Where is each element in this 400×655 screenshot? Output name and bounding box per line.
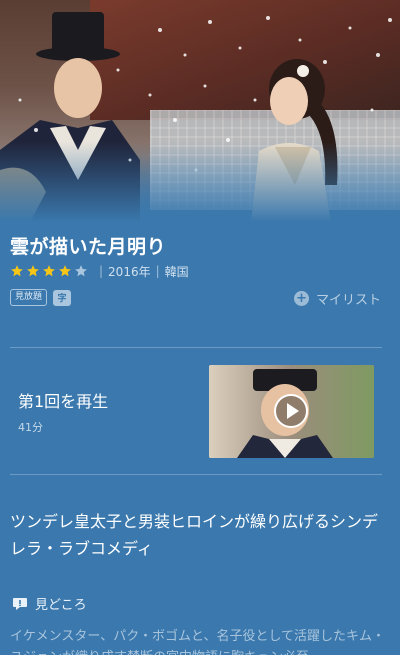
star-icon — [75, 265, 87, 277]
hero-image — [0, 0, 400, 222]
tag-row: 見放題 字 — [10, 289, 72, 306]
episode-duration: 41分 — [18, 421, 43, 434]
mylist-button[interactable]: + マイリスト — [293, 289, 381, 308]
meta-country: 韓国 — [164, 264, 189, 279]
star-icon — [27, 265, 39, 277]
star-icon — [59, 265, 71, 277]
mylist-label: マイリスト — [315, 293, 381, 308]
highlights-heading: 見どころ — [12, 594, 87, 613]
speech-bubble-icon — [13, 597, 27, 610]
plan-badge: 見放題 — [10, 289, 48, 306]
meta-separator: | — [99, 264, 104, 278]
highlights-heading-label: 見どころ — [35, 598, 87, 613]
star-icon — [11, 265, 23, 277]
plus-circle-icon: + — [293, 291, 309, 306]
hero-fade — [0, 142, 400, 222]
play-icon[interactable] — [273, 393, 309, 429]
catchcopy: ツンデレ皇太子と男装ヒロインが繰り広げるシンデレラ・ラブコメディ — [10, 512, 379, 558]
meta-year: 2016年 — [108, 264, 151, 279]
star-icon — [43, 265, 55, 277]
subtitle-badge: 字 — [53, 289, 72, 306]
rating-stars — [10, 264, 90, 278]
episode-play-label[interactable]: 第1回を再生 — [18, 388, 108, 412]
meta-separator: | — [155, 264, 160, 278]
divider — [10, 474, 382, 475]
highlights-text: イケメンスター、パク・ボゴムと、名子役として活躍したキム・ユジョンが織り成す禁断… — [10, 629, 386, 655]
page-title: 雲が描いた月明り — [10, 236, 167, 258]
meta-row: | 2016年 | 韓国 — [10, 263, 189, 279]
